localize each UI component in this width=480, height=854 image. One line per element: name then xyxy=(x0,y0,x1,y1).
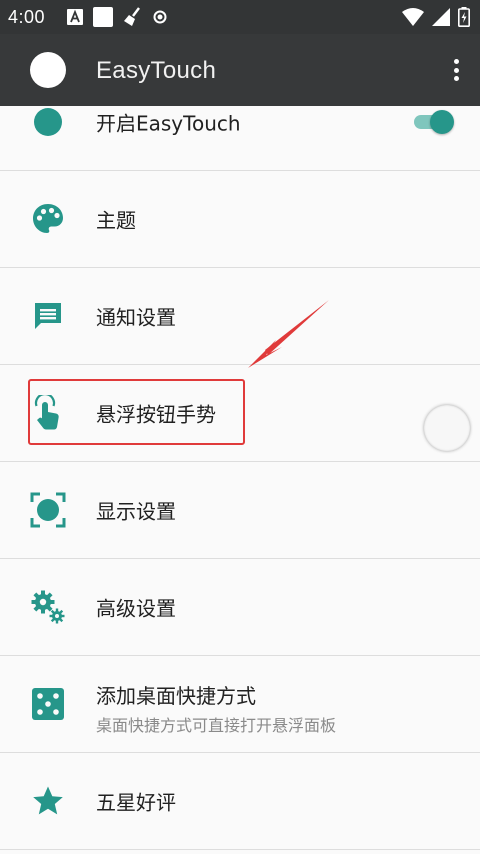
list-item-display-settings[interactable]: 显示设置 xyxy=(0,462,480,559)
message-icon xyxy=(30,298,66,334)
status-right-group xyxy=(402,0,470,34)
wifi-icon xyxy=(402,8,424,26)
white-square-icon xyxy=(93,7,114,27)
settings-list: 开启EasyTouch 主题 通知设置 悬浮按钮手势 显示设置 高级设置 添加桌… xyxy=(0,106,480,854)
item-label: 主题 xyxy=(96,208,136,233)
item-label: 通知设置 xyxy=(96,305,176,330)
list-item-five-star-rating[interactable]: 五星好评 xyxy=(0,753,480,850)
palette-icon xyxy=(30,201,66,237)
list-item-advanced-settings[interactable]: 高级设置 xyxy=(0,559,480,656)
signal-icon xyxy=(432,8,450,26)
list-item-add-shortcut[interactable]: 添加桌面快捷方式 桌面快捷方式可直接打开悬浮面板 xyxy=(0,656,480,753)
font-a-icon xyxy=(67,9,84,25)
battery-charging-icon xyxy=(458,7,470,27)
floating-ball[interactable] xyxy=(424,405,470,451)
item-label: 五星好评 xyxy=(96,790,176,815)
list-item-enable-easytouch[interactable]: 开启EasyTouch xyxy=(0,106,480,171)
dice-icon xyxy=(30,686,66,722)
item-label: 显示设置 xyxy=(96,499,176,524)
item-label: 开启EasyTouch xyxy=(96,111,241,136)
item-label: 添加桌面快捷方式 xyxy=(96,684,256,708)
status-time: 4:00 xyxy=(8,6,46,27)
list-item-notification-settings[interactable]: 通知设置 xyxy=(0,268,480,365)
status-bar: 4:00 xyxy=(0,0,480,34)
app-bar: EasyTouch xyxy=(0,34,480,106)
gears-icon xyxy=(30,589,66,625)
enable-toggle[interactable] xyxy=(410,110,454,134)
app-logo xyxy=(30,52,66,88)
item-sublabel: 桌面快捷方式可直接打开悬浮面板 xyxy=(96,716,337,735)
highlight-box xyxy=(28,379,245,445)
app-title: EasyTouch xyxy=(96,57,217,84)
broom-icon xyxy=(123,7,143,27)
more-vert-icon[interactable] xyxy=(446,56,466,84)
item-label: 高级设置 xyxy=(96,596,176,621)
toggle-dot-icon xyxy=(30,106,66,140)
list-item-theme[interactable]: 主题 xyxy=(0,171,480,268)
record-icon xyxy=(153,10,167,24)
star-icon xyxy=(30,783,66,819)
display-focus-icon xyxy=(30,492,66,528)
